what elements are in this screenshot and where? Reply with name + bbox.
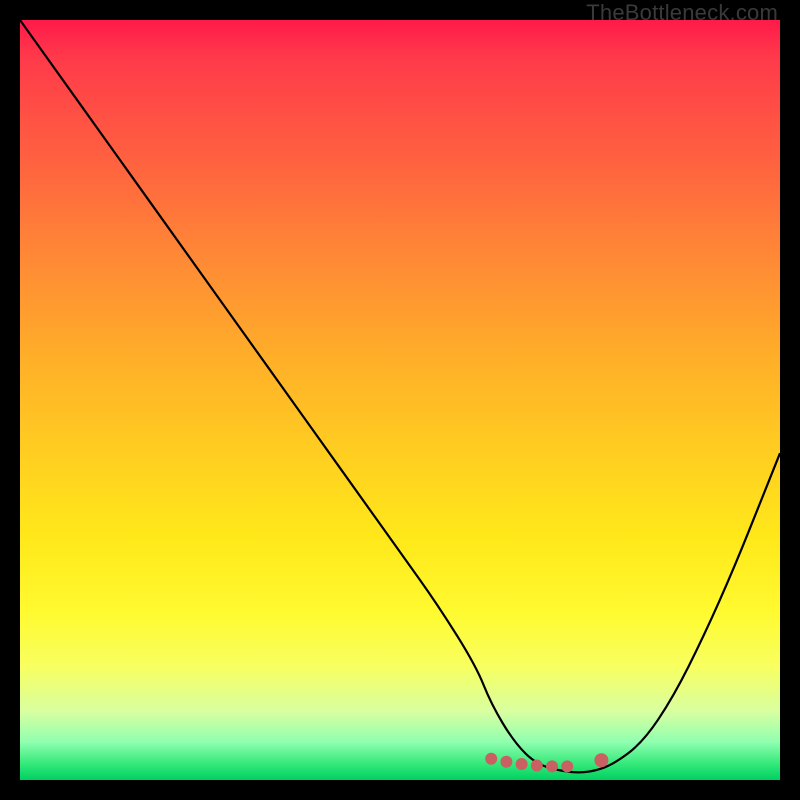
- chart-svg: [20, 20, 780, 780]
- bottleneck-curve-path: [20, 20, 780, 772]
- optimal-marker: [561, 760, 573, 772]
- optimal-marker: [594, 753, 608, 767]
- optimal-range-markers: [485, 753, 608, 773]
- optimal-marker: [516, 758, 528, 770]
- optimal-marker: [500, 756, 512, 768]
- optimal-marker: [485, 753, 497, 765]
- optimal-marker: [531, 760, 543, 772]
- optimal-marker: [546, 760, 558, 772]
